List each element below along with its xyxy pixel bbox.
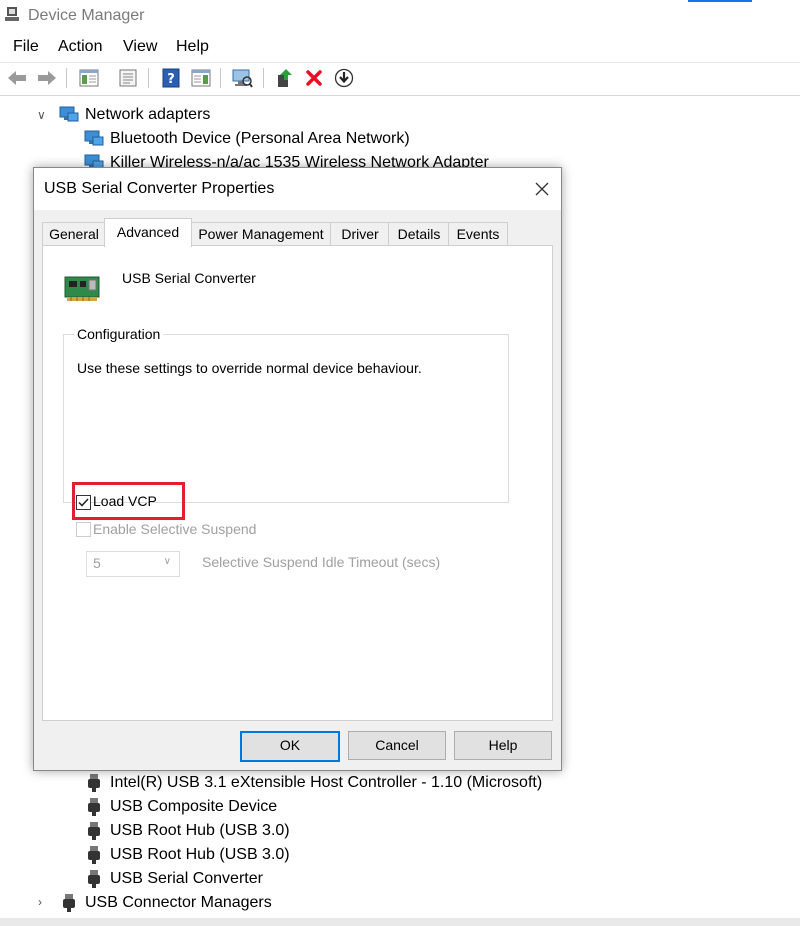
menu-bar: File Action View Help: [0, 32, 800, 60]
tree-node-label: USB Root Hub (USB 3.0): [110, 822, 290, 839]
toolbar: ?: [0, 62, 800, 96]
group-title: Configuration: [74, 326, 164, 342]
configuration-description: Use these settings to override normal de…: [77, 360, 422, 376]
usb-plug-icon: [63, 894, 75, 912]
download-arrow-icon[interactable]: [333, 67, 355, 89]
toolbar-separator: [263, 68, 264, 88]
dialog-title-bar: USB Serial Converter Properties: [34, 168, 561, 210]
dialog-title: USB Serial Converter Properties: [44, 180, 275, 197]
tab-driver[interactable]: Driver: [330, 222, 390, 246]
network-adapter-icon: [59, 106, 79, 122]
tree-node-label: Intel(R) USB 3.1 eXtensible Host Control…: [110, 774, 543, 791]
title-accent: [688, 0, 752, 2]
tree-node-label: Network adapters: [85, 106, 211, 123]
toolbar-separator: [148, 68, 149, 88]
tab-general[interactable]: General: [42, 222, 106, 246]
window-title-bar: Device Manager: [0, 0, 800, 32]
window-title: Device Manager: [28, 7, 145, 24]
idle-timeout-select[interactable]: 5 ∨: [86, 551, 180, 577]
menu-help[interactable]: Help: [176, 38, 209, 56]
forward-arrow-icon[interactable]: [36, 67, 58, 89]
cancel-button[interactable]: Cancel: [348, 731, 446, 760]
close-icon[interactable]: [529, 176, 555, 202]
tree-node-label: USB Serial Converter: [110, 870, 263, 887]
chevron-down-icon[interactable]: ∨: [37, 108, 46, 122]
toolbar-separator: [66, 68, 67, 88]
tree-node-label: USB Connector Managers: [85, 894, 272, 911]
selective-suspend-checkbox[interactable]: [76, 522, 91, 537]
usb-plug-icon: [88, 822, 100, 840]
advanced-tab-panel: USB Serial Converter Configuration Use t…: [42, 245, 553, 721]
usb-plug-icon: [88, 870, 100, 888]
device-manager-icon: [5, 7, 19, 21]
idle-timeout-value: 5: [93, 555, 101, 571]
load-vcp-checkbox[interactable]: [76, 495, 91, 510]
menu-view[interactable]: View: [123, 38, 157, 56]
toolbar-separator: [220, 68, 221, 88]
chevron-right-icon[interactable]: ›: [38, 895, 42, 909]
properties-dialog: USB Serial Converter Properties General …: [33, 167, 562, 771]
selective-suspend-label[interactable]: Enable Selective Suspend: [93, 521, 256, 537]
chevron-down-icon: ∨: [163, 556, 171, 567]
svg-text:?: ?: [167, 72, 175, 87]
checkmark-icon: [78, 498, 89, 507]
tab-details[interactable]: Details: [388, 222, 450, 246]
properties-icon[interactable]: [117, 67, 139, 89]
tab-events[interactable]: Events: [448, 222, 508, 246]
usb-plug-icon: [88, 798, 100, 816]
tree-node-label: USB Composite Device: [110, 798, 278, 815]
usb-plug-icon: [88, 846, 100, 864]
back-arrow-icon[interactable]: [6, 67, 28, 89]
menu-action[interactable]: Action: [58, 38, 102, 56]
idle-timeout-label: Selective Suspend Idle Timeout (secs): [202, 554, 441, 570]
horizontal-scrollbar[interactable]: [0, 918, 800, 926]
circuit-board-icon: [64, 276, 100, 301]
device-name: USB Serial Converter: [122, 270, 256, 286]
action-pane-icon[interactable]: [190, 67, 212, 89]
configuration-group: Configuration Use these settings to over…: [63, 326, 509, 503]
tab-power-management[interactable]: Power Management: [190, 222, 332, 246]
tab-advanced[interactable]: Advanced: [104, 218, 192, 247]
tree-node-label: USB Root Hub (USB 3.0): [110, 846, 290, 863]
show-hide-console-tree-icon[interactable]: [78, 67, 100, 89]
tree-node-label: Bluetooth Device (Personal Area Network): [110, 130, 410, 147]
usb-plug-icon: [88, 774, 100, 792]
load-vcp-label[interactable]: Load VCP: [93, 493, 157, 509]
help-button[interactable]: Help: [454, 731, 552, 760]
uninstall-x-icon[interactable]: [303, 67, 325, 89]
ok-button[interactable]: OK: [240, 731, 340, 762]
menu-file[interactable]: File: [13, 38, 39, 56]
network-adapter-icon: [84, 130, 104, 146]
update-driver-icon[interactable]: [274, 67, 296, 89]
help-icon[interactable]: ?: [160, 67, 182, 89]
scan-hardware-changes-icon[interactable]: [231, 67, 253, 89]
